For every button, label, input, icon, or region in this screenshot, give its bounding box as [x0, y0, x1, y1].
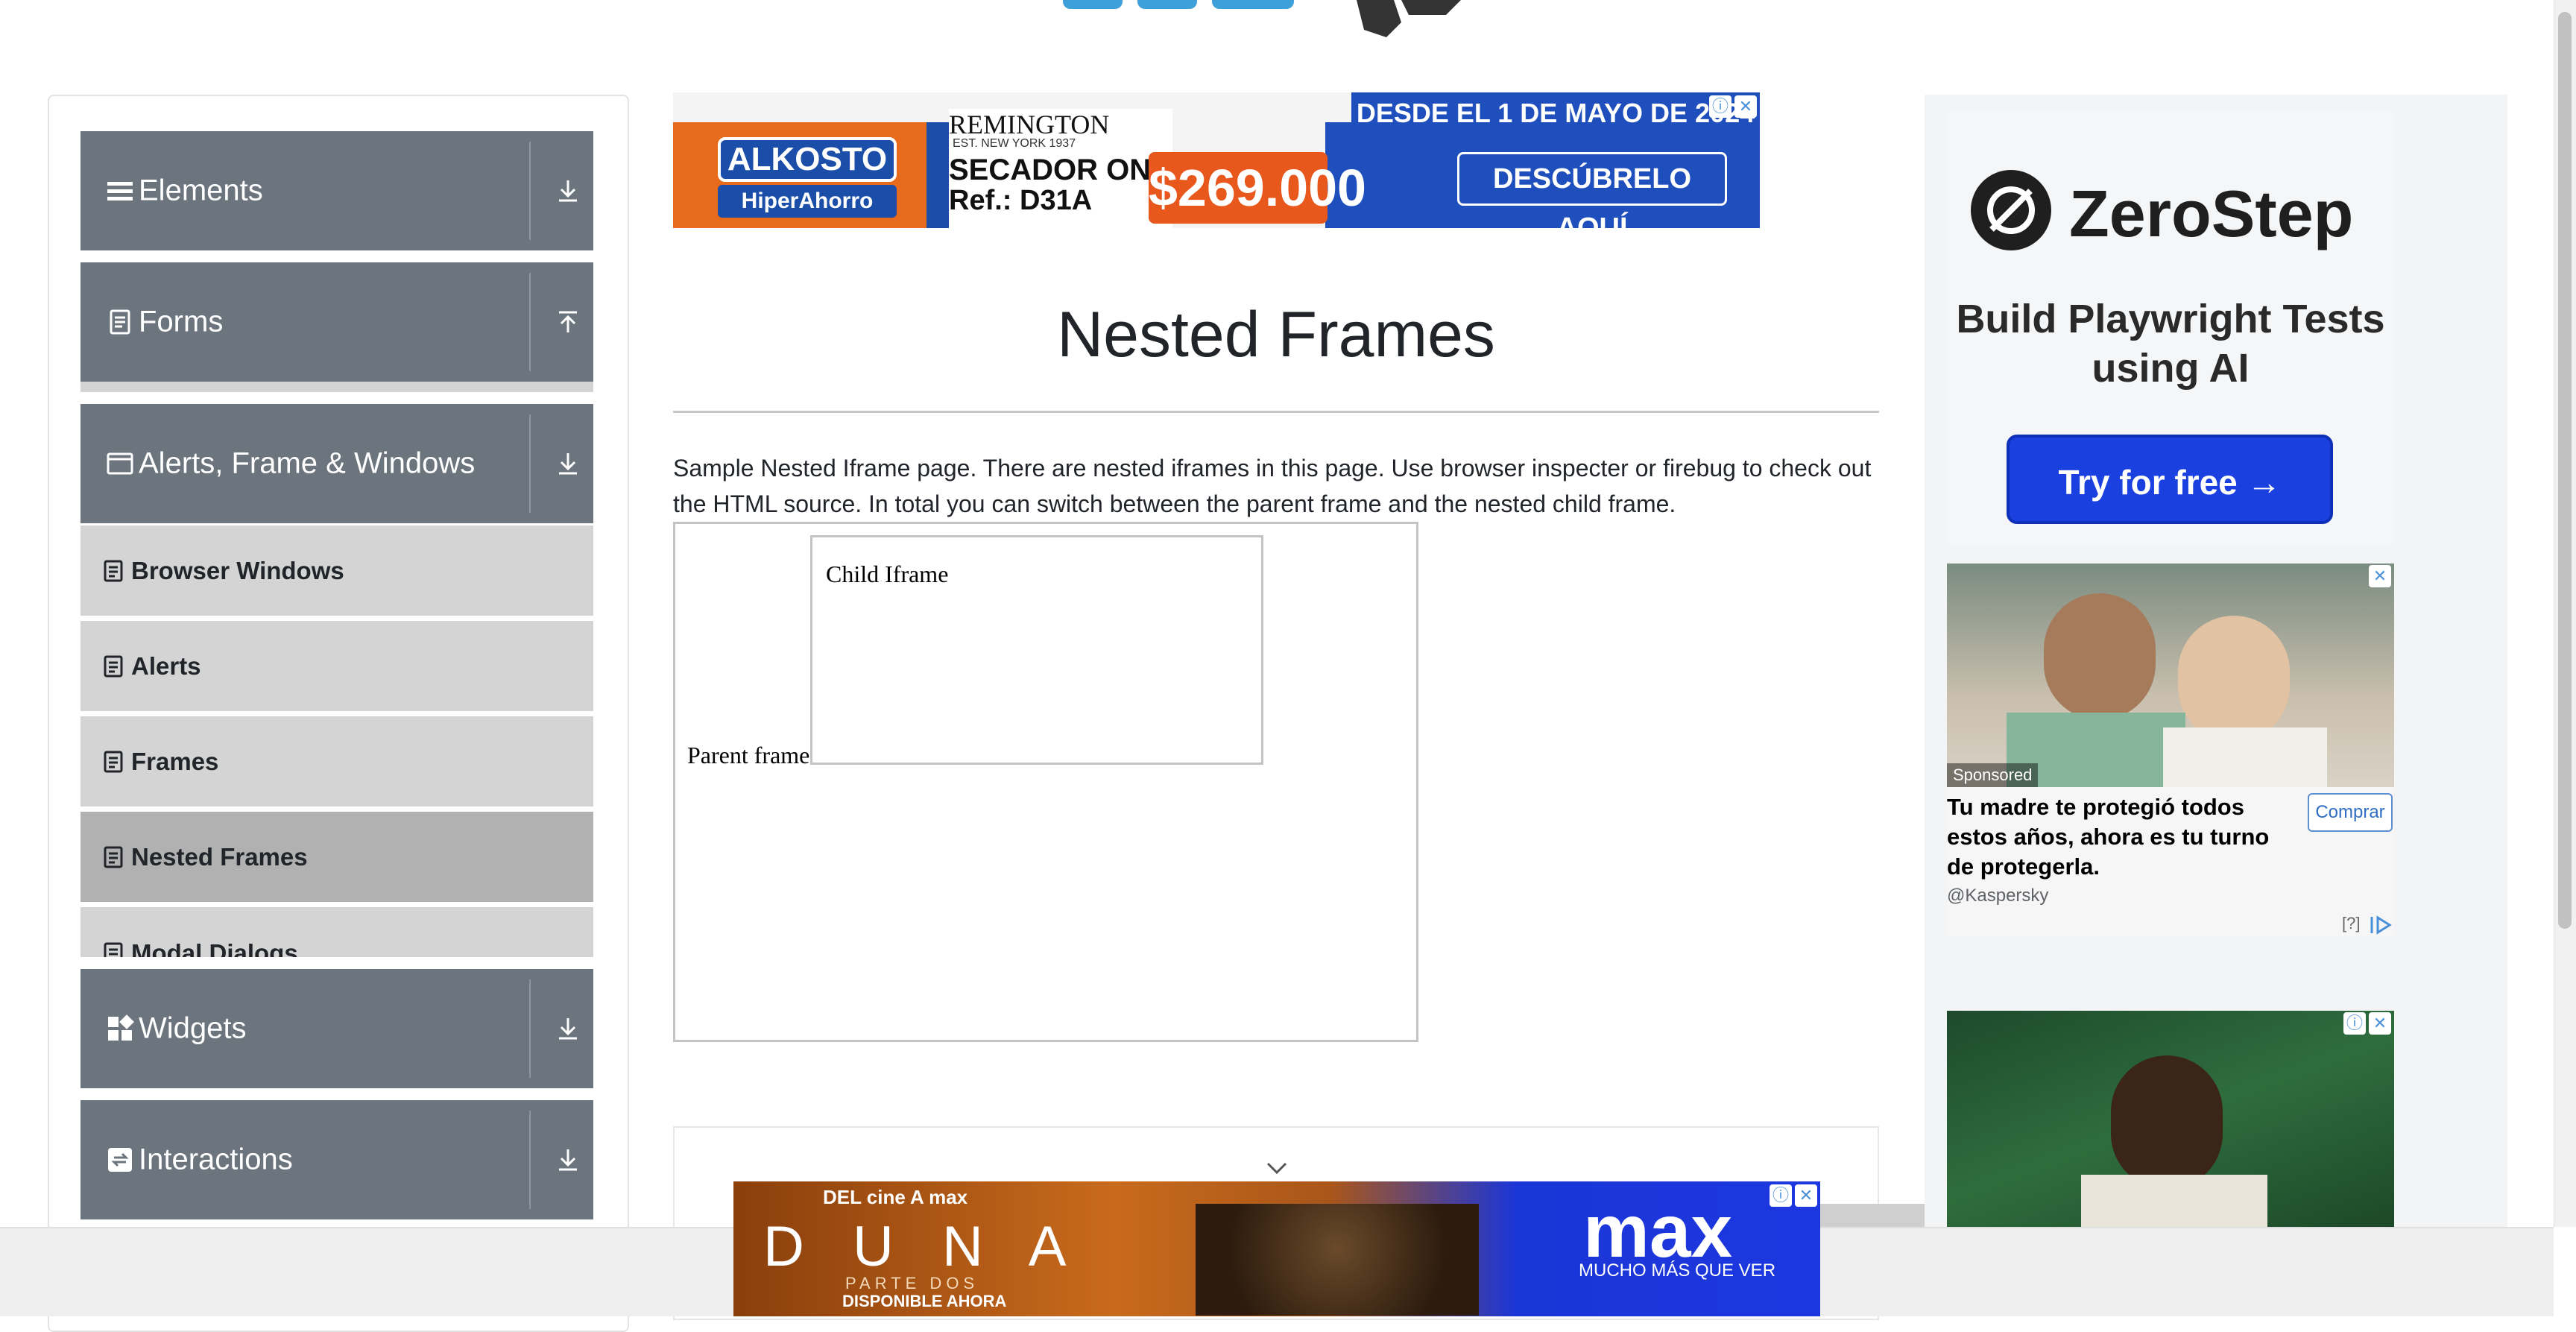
bottom-sticky-ad[interactable]: DEL cine A max D U N A PARTE DOS DISPONI…	[733, 1181, 1820, 1316]
top-banner-ad[interactable]: ALKOSTO HiperAhorro REMINGTON EST. NEW Y…	[673, 92, 1760, 228]
sidebar-item-label: Browser Windows	[131, 556, 344, 584]
sidebar-group-forms[interactable]: Forms	[80, 262, 593, 382]
separator	[529, 273, 531, 371]
bottom-ad-status: DISPONIBLE AHORA	[842, 1292, 1007, 1310]
title-divider	[673, 411, 1879, 413]
ad-ref: Ref.: D31A	[949, 185, 1093, 216]
ad-close-icon[interactable]: ✕	[1795, 1184, 1817, 1207]
sidebar-group-widgets[interactable]: Widgets	[80, 969, 593, 1088]
person-man	[2044, 593, 2156, 720]
sidebar-group-label: Widgets	[139, 1011, 247, 1045]
sidebar-group-interactions[interactable]: Interactions	[80, 1100, 593, 1219]
ad-product-brand-sub: EST. NEW YORK 1937	[953, 137, 1076, 150]
ad-close-icon[interactable]: ✕	[2369, 1012, 2391, 1035]
ad-cta: DESCÚBRELO AQUÍ	[1457, 152, 1727, 228]
shirt-woman	[2163, 727, 2327, 787]
ad-info-icon[interactable]: ⓘ	[2343, 1012, 2366, 1035]
page-description: Sample Nested Iframe page. There are nes…	[673, 455, 1872, 517]
sponsored-ad-image[interactable]	[1947, 564, 2394, 787]
upload-icon	[559, 311, 577, 332]
interactions-icon	[108, 1148, 132, 1172]
scrollbar-thumb[interactable]	[2558, 12, 2572, 929]
download-icon	[559, 1149, 577, 1171]
sidebar-item-browser-windows[interactable]: Browser Windows	[80, 523, 593, 616]
list-icon	[104, 942, 123, 957]
ad-brand: ALKOSTO	[718, 137, 897, 182]
sidebar-group-label: Elements	[139, 174, 263, 207]
separator	[529, 979, 531, 1078]
sidebar-item-label: Modal Dialogs	[131, 939, 298, 957]
sponsored-handle: @Kaspersky	[1947, 886, 2049, 906]
sidebar-group-label: Interactions	[139, 1143, 293, 1176]
sidebar-item-frames[interactable]: Frames	[80, 714, 593, 807]
sidebar-item-label: Nested Frames	[131, 842, 308, 871]
gray-strip	[1820, 1204, 1925, 1227]
site-logo[interactable]	[1044, 0, 1535, 45]
download-icon	[559, 1018, 577, 1040]
parent-frame-label: Parent frame	[687, 742, 810, 768]
zerostep-cta-button[interactable]: Try for free →	[2007, 435, 2333, 524]
list-icon	[104, 655, 123, 677]
ad-price: $269.000	[1149, 152, 1366, 224]
zerostep-headline: Build Playwright Tests using AI	[1956, 297, 2385, 391]
page-title: Nested Frames	[1057, 299, 1495, 370]
adchoices-icon[interactable]	[2369, 915, 2394, 935]
hamburger-icon	[107, 182, 133, 201]
sidebar-item-modal-dialogs[interactable]: Modal Dialogs	[80, 905, 593, 957]
chevron-down-icon[interactable]	[1266, 1160, 1288, 1176]
sidebar-item-label: Alerts	[131, 651, 201, 680]
separator	[529, 414, 531, 513]
bottom-ad-title: D U N A	[763, 1215, 1083, 1278]
sponsored-buy-button[interactable]: Comprar	[2308, 793, 2393, 832]
zerostep-logo-text: ZeroStep	[2069, 177, 2354, 250]
list-icon	[104, 846, 123, 868]
ad-close-icon[interactable]: ✕	[2369, 565, 2391, 587]
bottom-ad-tagline: MUCHO MÁS QUE VER	[1579, 1260, 1776, 1281]
ad-product: SECADOR ONE	[949, 154, 1171, 186]
ad-info-icon[interactable]: ⓘ	[1709, 95, 1731, 118]
window-icon	[107, 452, 133, 475]
document-icon	[110, 309, 130, 335]
person-woman	[2178, 616, 2290, 742]
separator	[529, 142, 531, 240]
bottom-ad-characters	[1196, 1204, 1479, 1316]
download-icon	[559, 180, 577, 202]
bottom-ad-sub: PARTE DOS	[845, 1274, 979, 1292]
sidebar-item-alerts[interactable]: Alerts	[80, 619, 593, 711]
sidebar-group-elements[interactable]: Elements	[80, 131, 593, 250]
zerostep-logo-icon	[1971, 170, 2051, 250]
separator	[529, 1111, 531, 1209]
ad-product-brand: REMINGTON	[949, 110, 1110, 139]
child-frame-label: Child Iframe	[826, 561, 949, 587]
sponsored-tag: Sponsored	[1947, 763, 2039, 787]
collapsed-forms-strip	[80, 382, 593, 392]
adchoices-help[interactable]: [?]	[2342, 914, 2360, 933]
sponsored-headline[interactable]: Tu madre te protegió todos estos años, a…	[1947, 792, 2297, 882]
sidebar-item-label: Frames	[131, 747, 219, 775]
ad-brand-sub: HiperAhorro	[718, 185, 897, 218]
ad-date: DESDE EL 1 DE MAYO DE 2024	[1351, 92, 1760, 134]
sidebar-item-nested-frames[interactable]: Nested Frames	[80, 809, 593, 902]
bottom-ad-top-line: DEL cine A max	[823, 1186, 968, 1208]
sidebar-group-label: Forms	[139, 305, 224, 338]
ad-close-icon[interactable]: ✕	[1734, 95, 1757, 118]
ad-info-icon[interactable]: ⓘ	[1770, 1184, 1792, 1207]
download-icon	[559, 453, 577, 475]
sidebar-group-alerts-frame-windows[interactable]: Alerts, Frame & Windows	[80, 404, 593, 523]
sidebar-group-label: Alerts, Frame & Windows	[139, 446, 476, 480]
person-head	[2111, 1055, 2223, 1190]
list-icon	[104, 751, 123, 772]
widgets-icon	[108, 1014, 134, 1041]
list-icon	[104, 560, 123, 581]
